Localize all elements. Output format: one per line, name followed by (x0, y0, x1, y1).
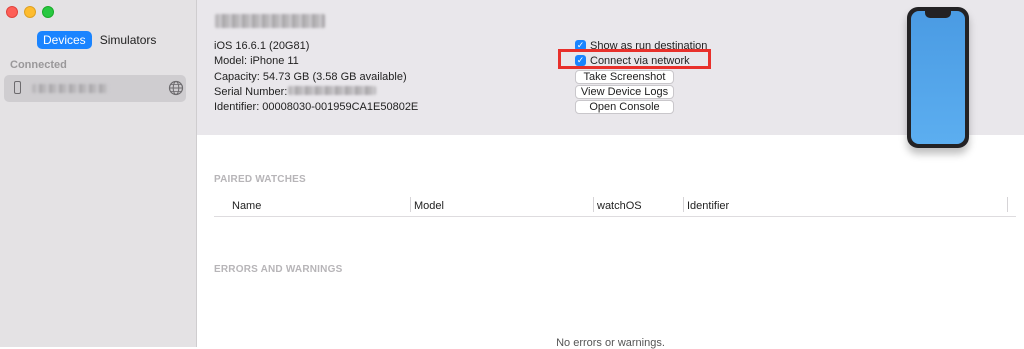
annotation-highlight-box (558, 49, 711, 69)
sidebar: Devices Simulators Connected (0, 0, 197, 347)
iphone-illustration (907, 7, 969, 148)
ios-version: iOS 16.6.1 (20G81) (214, 40, 310, 52)
device-title-redacted (215, 14, 325, 28)
identifier: Identifier: 00008030-001959CA1E50802E (214, 101, 419, 114)
window-minimize-button[interactable] (24, 6, 36, 18)
open-console-button[interactable]: Open Console (575, 100, 674, 114)
tab-simulators[interactable]: Simulators (94, 31, 163, 49)
devices-simulators-segmented-control: Devices Simulators (37, 31, 162, 49)
window-zoom-button[interactable] (42, 6, 54, 18)
view-device-logs-button[interactable]: View Device Logs (575, 85, 674, 99)
iphone-notch (925, 11, 951, 18)
serial-number: Serial Number: (214, 85, 418, 100)
globe-icon (168, 80, 184, 96)
model: Model: iPhone 11 (214, 55, 299, 68)
serial-number-label: Serial Number: (214, 85, 288, 98)
device-list-item[interactable] (4, 75, 186, 102)
iphone-screen (911, 11, 965, 144)
no-errors-message: No errors or warnings. (556, 337, 665, 349)
iphone-icon (14, 81, 21, 94)
tab-devices[interactable]: Devices (37, 31, 92, 49)
capacity: Capacity: 54.73 GB (3.58 GB available) (214, 70, 407, 83)
errors-area: No errors or warnings. (197, 135, 1024, 349)
window-close-button[interactable] (6, 6, 18, 18)
take-screenshot-button[interactable]: Take Screenshot (575, 70, 674, 84)
device-name-redacted (32, 84, 108, 93)
device-info: iOS 16.6.1 (20G81) Model: iPhone 11 Capa… (214, 39, 418, 115)
action-buttons: Take Screenshot View Device Logs Open Co… (575, 69, 674, 114)
serial-number-redacted (288, 86, 377, 96)
connected-section-label: Connected (10, 59, 67, 71)
